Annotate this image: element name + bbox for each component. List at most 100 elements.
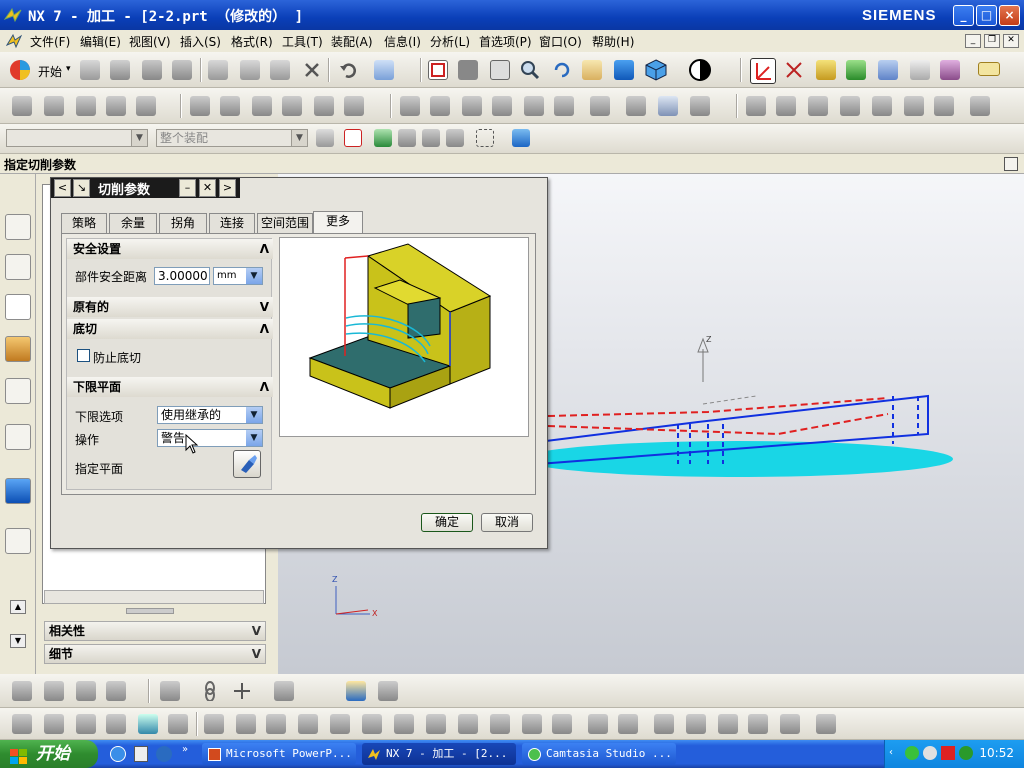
feature-icon-d[interactable] [840,96,860,116]
tool-icon-22[interactable] [426,714,446,734]
create-operation-icon[interactable] [136,96,156,116]
maximize-button[interactable]: □ [976,5,997,26]
tool-icon-25[interactable] [522,714,542,734]
magnify-icon[interactable] [520,60,540,80]
list-tool-path-icon[interactable] [910,60,930,80]
filter-icon[interactable] [316,129,334,147]
zoom-window-icon[interactable] [458,60,478,80]
menu-assemblies[interactable]: 装配(A) [331,33,373,50]
print-icon[interactable] [172,60,192,80]
postprocess-icon[interactable] [940,60,960,80]
menu-window[interactable]: 窗口(O) [539,33,582,50]
menu-information[interactable]: 信息(I) [384,33,421,50]
tool-icon-4[interactable] [106,681,126,701]
doc-restore-button[interactable]: ❐ [984,34,1000,48]
quicklaunch-icon-2[interactable] [134,746,148,762]
create-program-icon[interactable] [12,96,32,116]
safety-settings-section[interactable]: 安全设置 Λ [67,239,273,259]
paste-inside-icon[interactable] [554,96,574,116]
prevent-undercut-checkbox[interactable] [77,349,90,362]
tool-icon-14[interactable] [168,714,188,734]
new-file-icon[interactable] [80,60,100,80]
tool-icon-24[interactable] [490,714,510,734]
tool-icon-29[interactable] [654,714,674,734]
menu-preferences[interactable]: 首选项(P) [479,33,532,50]
tool-icon-7[interactable] [346,681,366,701]
scroll-down-button[interactable]: ▼ [10,634,26,648]
tool-icon-1[interactable] [12,681,32,701]
dependencies-section[interactable]: 相关性 V [44,621,266,641]
tray-icon-3[interactable] [941,746,955,760]
info-object-icon[interactable] [462,96,482,116]
select-icon-d[interactable] [446,129,464,147]
part-clearance-input[interactable]: 3.00000 [154,267,210,285]
machine-tool-navigator-icon[interactable] [5,336,31,362]
tool-icon-15[interactable] [204,714,224,734]
tool-icon-34[interactable] [816,714,836,734]
web-browser-icon[interactable] [5,528,31,554]
tool-icon-11[interactable] [76,714,96,734]
open-file-icon[interactable] [110,60,130,80]
feature-icon-h[interactable] [970,96,990,116]
task-powerpoint[interactable]: Microsoft PowerP... [202,743,356,765]
tray-icon-1[interactable] [905,746,919,760]
menu-file[interactable]: 文件(F) [30,33,70,50]
tool-icon-19[interactable] [330,714,350,734]
tray-icon-2[interactable] [923,746,937,760]
feedrate-icon[interactable] [690,96,710,116]
info-icon[interactable] [5,478,31,504]
tool-icon-31[interactable] [718,714,738,734]
tool-icon-27[interactable] [588,714,608,734]
geometry-view-icon[interactable] [252,96,272,116]
assembly-navigator-icon[interactable] [5,214,31,240]
save-icon[interactable] [142,60,162,80]
tool-icon-5[interactable] [160,681,180,701]
ie-quicklaunch-icon[interactable] [110,746,126,762]
rotate-icon[interactable] [552,60,572,80]
create-geometry-icon[interactable] [76,96,96,116]
nx-app-icon[interactable] [3,7,22,23]
tool-icon-33[interactable] [780,714,800,734]
verify-icon[interactable] [878,60,898,80]
menu-edit[interactable]: 编辑(E) [80,33,121,50]
tab-stock[interactable]: 余量 [109,213,157,233]
close-button[interactable]: × [999,5,1020,26]
tool-icon-9[interactable] [12,714,32,734]
start-menu-label[interactable]: 开始 [38,63,62,80]
undo-icon[interactable] [338,60,358,80]
start-icon[interactable] [8,58,32,82]
back-button[interactable]: < [54,179,71,197]
fit-icon[interactable] [428,60,448,80]
feature-icon-c[interactable] [808,96,828,116]
tab-more[interactable]: 更多 [313,211,363,233]
orient-view-icon[interactable] [644,58,668,82]
tool-icon-32[interactable] [748,714,768,734]
select-body-icon[interactable] [512,129,530,147]
tool-icon-2[interactable] [44,681,64,701]
forward-button[interactable]: > [219,179,236,197]
menu-format[interactable]: 格式(R) [231,33,273,50]
tool-icon-13[interactable] [138,714,158,734]
undercut-section[interactable]: 底切 Λ [67,319,273,339]
floor-option-select[interactable]: 使用继承的 ▼ [157,406,263,424]
ok-button[interactable]: 确定 [421,513,473,532]
tool-icon-16[interactable] [236,714,256,734]
cut-object-icon[interactable] [344,96,364,116]
tray-icon-4[interactable] [959,746,973,760]
tray-expand-icon[interactable]: ‹ [889,747,893,758]
floor-action-select[interactable]: 警告 ▼ [157,429,263,447]
chain-icon[interactable] [200,681,220,702]
tab-connections[interactable]: 连接 [209,213,255,233]
constraint-navigator-icon[interactable] [5,254,31,280]
create-method-icon[interactable] [106,96,126,116]
select-icon-c[interactable] [422,129,440,147]
menu-analysis[interactable]: 分析(L) [430,33,470,50]
paste-object-icon[interactable] [524,96,544,116]
csys-icon[interactable] [750,58,776,84]
tool-icon-18[interactable] [298,714,318,734]
clearance-unit-select[interactable]: mm ▼ [213,267,263,285]
menu-help[interactable]: 帮助(H) [592,33,634,50]
create-tool-icon[interactable] [44,96,64,116]
snap-point-icon[interactable] [344,129,362,147]
tool-icon-12[interactable] [106,714,126,734]
